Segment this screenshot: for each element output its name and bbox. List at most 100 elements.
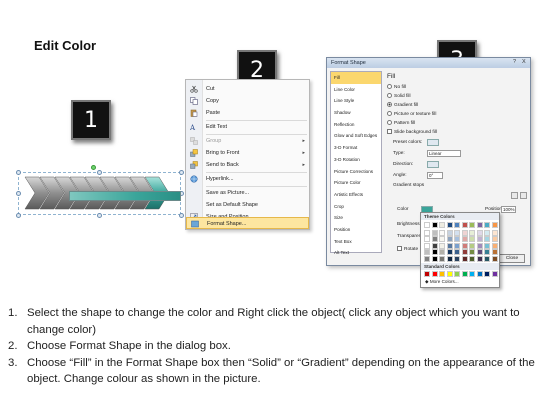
theme-color-swatch[interactable] (431, 222, 438, 228)
theme-color-swatch[interactable] (461, 242, 468, 249)
remove-stop-button[interactable] (520, 192, 527, 199)
theme-color-swatch[interactable] (484, 222, 490, 228)
theme-color-swatch[interactable] (491, 242, 498, 249)
theme-color-swatch[interactable] (431, 249, 438, 255)
checkbox[interactable] (387, 129, 392, 134)
help-button[interactable]: ? (513, 59, 516, 65)
theme-color-swatch[interactable] (431, 229, 438, 236)
standard-color-swatch[interactable] (491, 271, 498, 277)
radio-button[interactable] (387, 111, 392, 116)
theme-color-swatch[interactable] (446, 229, 453, 236)
theme-color-swatch[interactable] (431, 255, 438, 262)
checkbox[interactable] (397, 246, 402, 251)
theme-color-swatch[interactable] (424, 222, 430, 228)
theme-color-swatch[interactable] (446, 222, 453, 228)
theme-color-swatch[interactable] (454, 229, 460, 236)
picture-fill-option[interactable]: Picture or texture fill (387, 111, 436, 117)
menu-item-send-to-back[interactable]: Send to Back ▸ (186, 159, 309, 171)
sidebar-item-alt-text[interactable]: Alt Text (331, 247, 381, 259)
theme-color-swatch[interactable] (446, 255, 453, 262)
theme-color-swatch[interactable] (461, 222, 468, 228)
menu-item-cut[interactable]: Cut (186, 83, 309, 95)
sidebar-item-line-style[interactable]: Line Style (331, 95, 381, 107)
theme-color-swatch[interactable] (446, 242, 453, 249)
menu-item-save-as-picture[interactable]: Save as Picture... (186, 187, 309, 199)
menu-item-edit-text[interactable]: A Edit Text (186, 121, 309, 133)
theme-color-swatch[interactable] (424, 255, 430, 262)
preset-colors-picker[interactable] (427, 139, 439, 146)
close-icon[interactable]: X (522, 59, 526, 65)
theme-color-swatch[interactable] (454, 222, 460, 228)
theme-color-swatch[interactable] (454, 255, 460, 262)
rotate-option[interactable]: Rotate (397, 246, 418, 252)
theme-color-swatch[interactable] (461, 236, 468, 242)
theme-color-swatch[interactable] (484, 249, 490, 255)
theme-color-swatch[interactable] (491, 229, 498, 236)
theme-color-swatch[interactable] (446, 236, 453, 242)
theme-color-swatch[interactable] (454, 242, 460, 249)
theme-color-swatch[interactable] (491, 236, 498, 242)
menu-item-format-shape[interactable]: Format Shape... (186, 217, 309, 229)
standard-color-swatch[interactable] (476, 271, 483, 277)
theme-color-swatch[interactable] (469, 249, 475, 255)
sidebar-item-glow[interactable]: Glow and Soft Edges (331, 130, 381, 142)
sidebar-item-picture-corrections[interactable]: Picture Corrections (331, 166, 381, 178)
direction-picker[interactable] (427, 161, 439, 168)
sidebar-item-3d-rotation[interactable]: 3-D Rotation (331, 154, 381, 166)
theme-color-swatch[interactable] (476, 242, 483, 249)
menu-item-bring-to-front[interactable]: Bring to Front ▸ (186, 147, 309, 159)
radio-button-selected[interactable] (387, 102, 392, 107)
theme-color-swatch[interactable] (461, 229, 468, 236)
theme-color-swatch[interactable] (424, 249, 430, 255)
standard-color-swatch[interactable] (446, 271, 453, 277)
menu-item-set-default-shape[interactable]: Set as Default Shape (186, 199, 309, 211)
radio-button[interactable] (387, 84, 392, 89)
theme-color-swatch[interactable] (469, 255, 475, 262)
theme-color-swatch[interactable] (484, 242, 490, 249)
sidebar-item-crop[interactable]: Crop (331, 201, 381, 213)
radio-button[interactable] (387, 120, 392, 125)
theme-color-swatch[interactable] (439, 255, 445, 262)
theme-color-swatch[interactable] (484, 255, 490, 262)
type-select[interactable]: Linear (427, 150, 461, 157)
theme-color-swatch[interactable] (424, 242, 430, 249)
standard-color-swatch[interactable] (439, 271, 445, 277)
standard-color-swatch[interactable] (484, 271, 490, 277)
sidebar-item-line-color[interactable]: Line Color (331, 84, 381, 96)
standard-color-swatch[interactable] (424, 271, 430, 277)
theme-color-swatch[interactable] (431, 236, 438, 242)
theme-color-swatch[interactable] (476, 236, 483, 242)
gradient-stops-bar[interactable] (69, 191, 181, 201)
more-colors-link[interactable]: ◆ More Colors... (425, 279, 459, 285)
theme-color-swatch[interactable] (461, 255, 468, 262)
angle-input[interactable]: 0° (427, 172, 443, 179)
theme-color-swatch[interactable] (469, 236, 475, 242)
theme-color-swatch[interactable] (439, 242, 445, 249)
no-fill-option[interactable]: No fill (387, 84, 406, 90)
sidebar-item-artistic-effects[interactable]: Artistic Effects (331, 189, 381, 201)
theme-color-swatch[interactable] (476, 255, 483, 262)
theme-color-swatch[interactable] (439, 236, 445, 242)
theme-color-swatch[interactable] (454, 236, 460, 242)
theme-color-swatch[interactable] (454, 249, 460, 255)
theme-color-swatch[interactable] (491, 249, 498, 255)
sidebar-item-text-box[interactable]: Text Box (331, 236, 381, 248)
sidebar-item-size[interactable]: Size (331, 212, 381, 224)
sidebar-item-reflection[interactable]: Reflection (331, 119, 381, 131)
theme-color-swatch[interactable] (484, 229, 490, 236)
theme-color-swatch[interactable] (476, 249, 483, 255)
theme-color-swatch[interactable] (476, 222, 483, 228)
theme-color-swatch[interactable] (469, 222, 475, 228)
menu-item-paste[interactable]: Paste (186, 107, 309, 119)
close-button[interactable]: Close (499, 254, 525, 263)
theme-color-swatch[interactable] (476, 229, 483, 236)
standard-color-swatch[interactable] (454, 271, 460, 277)
add-stop-button[interactable] (511, 192, 518, 199)
theme-color-swatch[interactable] (469, 242, 475, 249)
theme-color-swatch[interactable] (484, 236, 490, 242)
menu-item-hyperlink[interactable]: Hyperlink... (186, 173, 309, 185)
standard-color-swatch[interactable] (469, 271, 475, 277)
slide-background-option[interactable]: Slide background fill (387, 129, 437, 135)
theme-color-swatch[interactable] (491, 222, 498, 228)
theme-color-swatch[interactable] (439, 222, 445, 228)
